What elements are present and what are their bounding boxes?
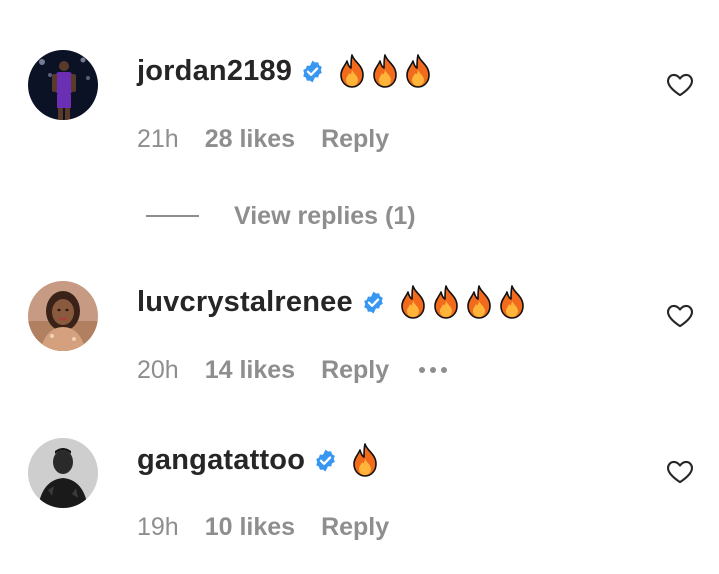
- heart-outline-icon[interactable]: [666, 71, 694, 97]
- more-dot: [430, 367, 437, 373]
- avatar-image-jordan2189: [28, 50, 98, 120]
- view-replies-button[interactable]: View replies (1): [146, 198, 416, 234]
- username-link[interactable]: gangatattoo: [137, 444, 305, 477]
- timestamp: 21h: [137, 124, 179, 153]
- comments-panel: jordan2189 21h 28 likes Reply View repli…: [0, 0, 719, 574]
- fire-emoji-icon: [353, 443, 377, 477]
- username-link[interactable]: luvcrystalrenee: [137, 286, 353, 319]
- avatar[interactable]: [28, 50, 98, 120]
- fire-emoji-icon: [467, 285, 491, 319]
- fire-emoji-icon: [340, 54, 364, 88]
- verified-badge-icon: [316, 449, 335, 471]
- timestamp: 20h: [137, 355, 179, 384]
- likes-count-button[interactable]: 14 likes: [205, 356, 295, 385]
- more-dot: [419, 367, 426, 373]
- timestamp: 19h: [137, 512, 179, 541]
- comment-meta: 19h 10 likes Reply: [137, 509, 389, 545]
- avatar-image-luvcrystalrenee: [28, 281, 98, 351]
- username-link[interactable]: jordan2189: [137, 55, 292, 88]
- heart-outline-icon[interactable]: [666, 458, 694, 484]
- verified-badge-icon: [303, 60, 322, 82]
- fire-emoji-icon: [373, 54, 397, 88]
- fire-emoji-icon: [500, 285, 524, 319]
- fire-emoji-icon: [406, 54, 430, 88]
- avatar[interactable]: [28, 281, 98, 351]
- reply-button[interactable]: Reply: [321, 513, 389, 542]
- view-replies-label: View replies (1): [234, 201, 416, 230]
- comment-header: gangatattoo: [137, 440, 383, 480]
- fire-emoji-icon: [434, 285, 458, 319]
- more-dots-icon[interactable]: [419, 367, 448, 373]
- comment-text: [337, 54, 436, 88]
- comment-text: [398, 285, 530, 319]
- fire-emoji-icon: [401, 285, 425, 319]
- likes-count-button[interactable]: 10 likes: [205, 513, 295, 542]
- comment-header: jordan2189: [137, 51, 436, 91]
- heart-outline-icon[interactable]: [666, 302, 694, 328]
- comment-meta: 20h 14 likes Reply: [137, 352, 448, 388]
- reply-button[interactable]: Reply: [321, 356, 389, 385]
- more-dot: [441, 367, 448, 373]
- avatar[interactable]: [28, 438, 98, 508]
- likes-count-button[interactable]: 28 likes: [205, 125, 295, 154]
- comment-meta: 21h 28 likes Reply: [137, 121, 389, 157]
- avatar-image-gangatattoo: [28, 438, 98, 508]
- reply-button[interactable]: Reply: [321, 125, 389, 154]
- comment-header: luvcrystalrenee: [137, 282, 530, 322]
- view-replies-line: [146, 215, 199, 217]
- comment-text: [350, 443, 383, 477]
- verified-badge-icon: [364, 291, 383, 313]
